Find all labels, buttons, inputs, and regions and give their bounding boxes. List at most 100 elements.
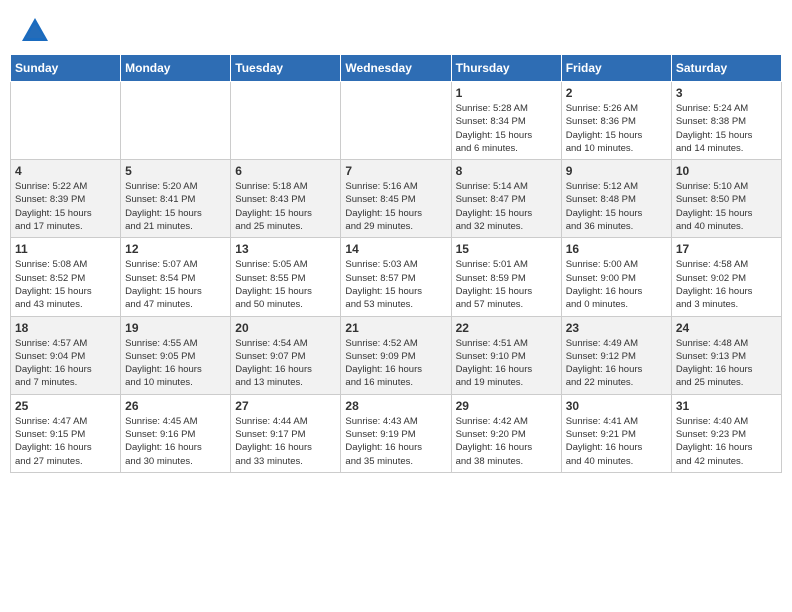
header-row: SundayMondayTuesdayWednesdayThursdayFrid… [11,55,782,82]
logo [20,16,54,46]
day-header-tuesday: Tuesday [231,55,341,82]
day-number: 10 [676,164,777,178]
day-number: 11 [15,242,116,256]
day-info: Sunrise: 5:07 AM Sunset: 8:54 PM Dayligh… [125,258,226,311]
calendar-cell: 10 Sunrise: 5:10 AM Sunset: 8:50 PM Dayli… [671,160,781,238]
calendar-cell: 18 Sunrise: 4:57 AM Sunset: 9:04 PM Dayli… [11,316,121,394]
calendar-cell: 24 Sunrise: 4:48 AM Sunset: 9:13 PM Dayli… [671,316,781,394]
calendar-body: 1 Sunrise: 5:28 AM Sunset: 8:34 PM Daylig… [11,82,782,473]
calendar-cell: 22Sunrise: 4:51 AM Sunset: 9:10 PM Dayli… [451,316,561,394]
day-number: 26 [125,399,226,413]
day-number: 18 [15,321,116,335]
week-row-3: 11 Sunrise: 5:08 AM Sunset: 8:52 PM Dayli… [11,238,782,316]
calendar-header: SundayMondayTuesdayWednesdayThursdayFrid… [11,55,782,82]
day-number: 28 [345,399,446,413]
calendar-cell: 28 Sunrise: 4:43 AM Sunset: 9:19 PM Dayli… [341,394,451,472]
calendar-cell [231,82,341,160]
calendar-cell [121,82,231,160]
day-header-saturday: Saturday [671,55,781,82]
calendar-table: SundayMondayTuesdayWednesdayThursdayFrid… [10,54,782,473]
calendar-cell: 15 Sunrise: 5:01 AM Sunset: 8:59 PM Dayli… [451,238,561,316]
day-number: 5 [125,164,226,178]
calendar-cell: 31Sunrise: 4:40 AM Sunset: 9:23 PM Dayli… [671,394,781,472]
day-number: 27 [235,399,336,413]
day-info: Sunrise: 4:49 AM Sunset: 9:12 PM Dayligh… [566,337,667,390]
day-info: Sunrise: 5:18 AM Sunset: 8:43 PM Dayligh… [235,180,336,233]
calendar-cell: 8 Sunrise: 5:14 AM Sunset: 8:47 PM Daylig… [451,160,561,238]
day-info: Sunrise: 4:45 AM Sunset: 9:16 PM Dayligh… [125,415,226,468]
week-row-4: 18 Sunrise: 4:57 AM Sunset: 9:04 PM Dayli… [11,316,782,394]
day-number: 3 [676,86,777,100]
day-number: 14 [345,242,446,256]
day-info: Sunrise: 4:44 AM Sunset: 9:17 PM Dayligh… [235,415,336,468]
calendar-cell: 16Sunrise: 5:00 AM Sunset: 9:00 PM Dayli… [561,238,671,316]
day-header-wednesday: Wednesday [341,55,451,82]
day-header-thursday: Thursday [451,55,561,82]
day-info: Sunrise: 4:40 AM Sunset: 9:23 PM Dayligh… [676,415,777,468]
calendar-cell: 17 Sunrise: 4:58 AM Sunset: 9:02 PM Dayli… [671,238,781,316]
day-info: Sunrise: 5:01 AM Sunset: 8:59 PM Dayligh… [456,258,557,311]
day-header-friday: Friday [561,55,671,82]
calendar-cell: 20 Sunrise: 4:54 AM Sunset: 9:07 PM Dayli… [231,316,341,394]
calendar-cell: 9Sunrise: 5:12 AM Sunset: 8:48 PM Daylig… [561,160,671,238]
day-info: Sunrise: 5:14 AM Sunset: 8:47 PM Dayligh… [456,180,557,233]
day-header-sunday: Sunday [11,55,121,82]
day-info: Sunrise: 5:00 AM Sunset: 9:00 PM Dayligh… [566,258,667,311]
day-info: Sunrise: 5:16 AM Sunset: 8:45 PM Dayligh… [345,180,446,233]
day-info: Sunrise: 4:43 AM Sunset: 9:19 PM Dayligh… [345,415,446,468]
calendar-cell: 27 Sunrise: 4:44 AM Sunset: 9:17 PM Dayli… [231,394,341,472]
day-info: Sunrise: 5:12 AM Sunset: 8:48 PM Dayligh… [566,180,667,233]
day-info: Sunrise: 5:03 AM Sunset: 8:57 PM Dayligh… [345,258,446,311]
day-info: Sunrise: 4:48 AM Sunset: 9:13 PM Dayligh… [676,337,777,390]
day-number: 7 [345,164,446,178]
day-info: Sunrise: 4:55 AM Sunset: 9:05 PM Dayligh… [125,337,226,390]
day-info: Sunrise: 4:58 AM Sunset: 9:02 PM Dayligh… [676,258,777,311]
day-number: 2 [566,86,667,100]
day-number: 24 [676,321,777,335]
day-info: Sunrise: 4:57 AM Sunset: 9:04 PM Dayligh… [15,337,116,390]
calendar-cell: 12 Sunrise: 5:07 AM Sunset: 8:54 PM Dayli… [121,238,231,316]
day-number: 12 [125,242,226,256]
day-info: Sunrise: 5:05 AM Sunset: 8:55 PM Dayligh… [235,258,336,311]
day-number: 4 [15,164,116,178]
day-number: 20 [235,321,336,335]
day-number: 23 [566,321,667,335]
day-number: 19 [125,321,226,335]
day-info: Sunrise: 5:08 AM Sunset: 8:52 PM Dayligh… [15,258,116,311]
day-info: Sunrise: 4:47 AM Sunset: 9:15 PM Dayligh… [15,415,116,468]
calendar-cell [11,82,121,160]
calendar-cell: 29Sunrise: 4:42 AM Sunset: 9:20 PM Dayli… [451,394,561,472]
calendar-cell: 25 Sunrise: 4:47 AM Sunset: 9:15 PM Dayli… [11,394,121,472]
day-info: Sunrise: 5:28 AM Sunset: 8:34 PM Dayligh… [456,102,557,155]
page-header [0,0,792,54]
day-header-monday: Monday [121,55,231,82]
calendar-cell: 26 Sunrise: 4:45 AM Sunset: 9:16 PM Dayli… [121,394,231,472]
calendar-cell: 14 Sunrise: 5:03 AM Sunset: 8:57 PM Dayli… [341,238,451,316]
calendar-cell: 19 Sunrise: 4:55 AM Sunset: 9:05 PM Dayli… [121,316,231,394]
day-info: Sunrise: 4:54 AM Sunset: 9:07 PM Dayligh… [235,337,336,390]
day-number: 17 [676,242,777,256]
logo-icon [20,16,50,46]
day-info: Sunrise: 5:10 AM Sunset: 8:50 PM Dayligh… [676,180,777,233]
week-row-2: 4Sunrise: 5:22 AM Sunset: 8:39 PM Daylig… [11,160,782,238]
day-number: 25 [15,399,116,413]
calendar-cell: 11 Sunrise: 5:08 AM Sunset: 8:52 PM Dayli… [11,238,121,316]
day-info: Sunrise: 4:42 AM Sunset: 9:20 PM Dayligh… [456,415,557,468]
day-info: Sunrise: 4:52 AM Sunset: 9:09 PM Dayligh… [345,337,446,390]
calendar-cell: 30 Sunrise: 4:41 AM Sunset: 9:21 PM Dayli… [561,394,671,472]
day-info: Sunrise: 4:51 AM Sunset: 9:10 PM Dayligh… [456,337,557,390]
day-number: 8 [456,164,557,178]
day-info: Sunrise: 5:24 AM Sunset: 8:38 PM Dayligh… [676,102,777,155]
calendar-cell: 2 Sunrise: 5:26 AM Sunset: 8:36 PM Daylig… [561,82,671,160]
calendar-cell: 13 Sunrise: 5:05 AM Sunset: 8:55 PM Dayli… [231,238,341,316]
day-number: 30 [566,399,667,413]
day-number: 15 [456,242,557,256]
calendar-cell: 23 Sunrise: 4:49 AM Sunset: 9:12 PM Dayli… [561,316,671,394]
calendar-cell [341,82,451,160]
day-number: 1 [456,86,557,100]
day-info: Sunrise: 5:26 AM Sunset: 8:36 PM Dayligh… [566,102,667,155]
calendar-cell: 21Sunrise: 4:52 AM Sunset: 9:09 PM Dayli… [341,316,451,394]
week-row-1: 1 Sunrise: 5:28 AM Sunset: 8:34 PM Daylig… [11,82,782,160]
day-info: Sunrise: 4:41 AM Sunset: 9:21 PM Dayligh… [566,415,667,468]
day-number: 13 [235,242,336,256]
